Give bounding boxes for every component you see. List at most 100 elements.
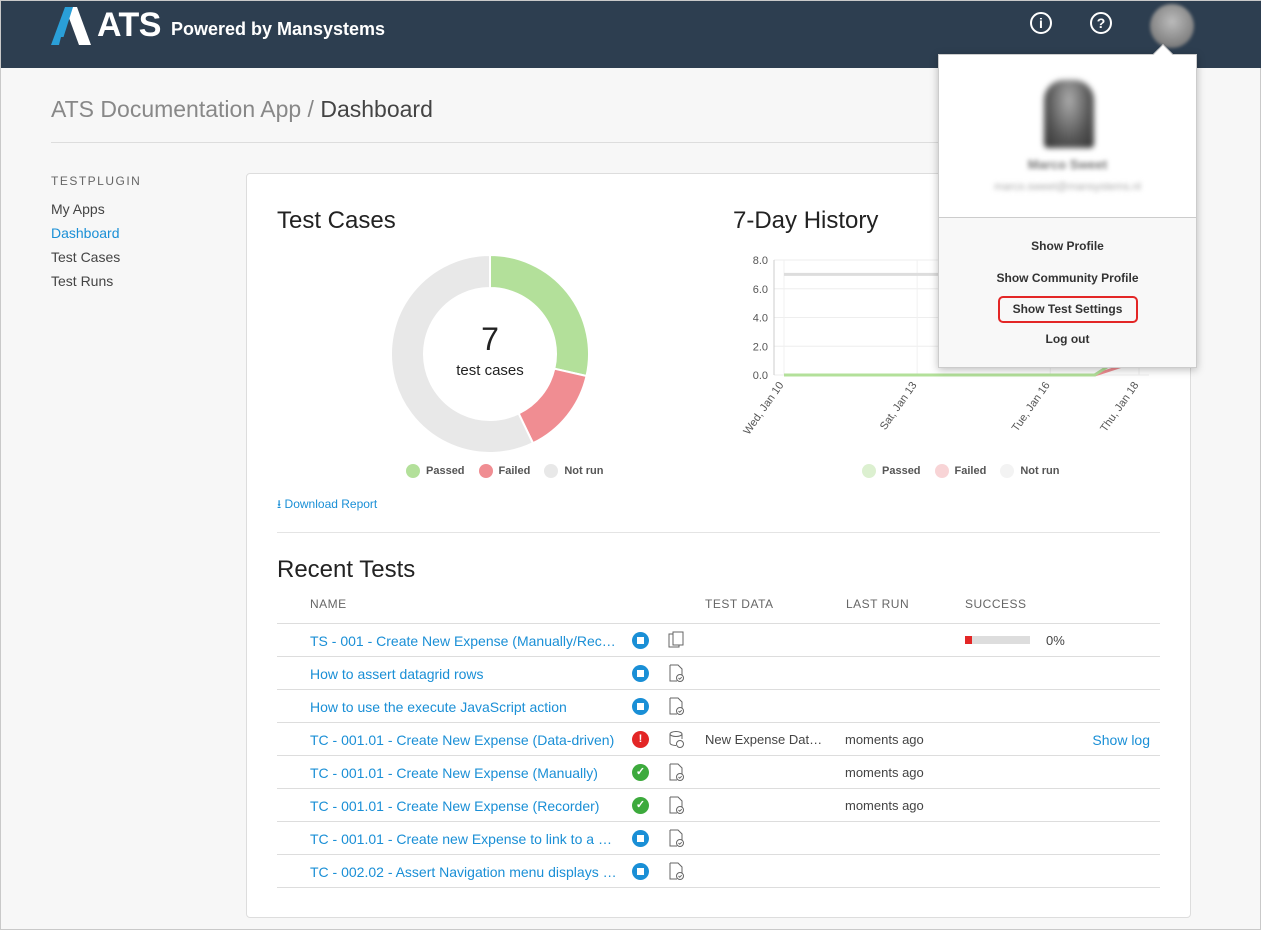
test-case-icon <box>668 697 685 716</box>
table-bottom-border <box>277 887 1160 888</box>
y-tick-label: 6.0 <box>753 284 768 296</box>
user-email: marco.sweet@mansystems.nl <box>994 181 1141 193</box>
recent-tests-title: Recent Tests <box>277 556 416 583</box>
donut-slice-failed[interactable] <box>517 367 588 445</box>
user-name: Marco Sweet <box>1027 157 1108 172</box>
test-data-value: New Expense Data-driven <box>705 732 825 747</box>
data-driven-icon <box>668 730 685 749</box>
legend-not-run[interactable]: Not run <box>544 464 603 478</box>
sidebar-item-test-runs[interactable]: Test Runs <box>51 273 113 289</box>
table-row[interactable]: TC - 001.01 - Create New Expense (Data-d… <box>277 722 1160 755</box>
show-log-link[interactable]: Show log <box>1092 732 1150 748</box>
sidebar-item-test-cases[interactable]: Test Cases <box>51 249 120 265</box>
history-legend-failed-label: Failed <box>954 465 987 477</box>
breadcrumb: ATS Documentation App / Dashboard <box>51 96 433 123</box>
x-tick-label: Tue, Jan 16 <box>1010 380 1053 434</box>
passed-swatch <box>862 464 876 478</box>
test-name-link[interactable]: TC - 001.01 - Create New Expense (Data-d… <box>310 732 620 748</box>
sidebar-item-my-apps[interactable]: My Apps <box>51 201 105 217</box>
status-passed-icon: ✓ <box>632 797 649 814</box>
column-test-data[interactable]: TEST DATA <box>705 597 774 611</box>
show-test-settings-menu-item[interactable]: Show Test Settings <box>939 302 1196 316</box>
failed-swatch <box>478 464 493 478</box>
sidebar-item-dashboard[interactable]: Dashboard <box>51 225 120 241</box>
not-run-swatch <box>544 464 559 478</box>
status-not-run-icon <box>632 665 649 682</box>
user-avatar[interactable] <box>1150 4 1194 48</box>
test-name-link[interactable]: TC - 002.02 - Assert Navigation menu dis… <box>310 864 620 880</box>
status-not-run-icon <box>632 863 649 880</box>
y-tick-label: 4.0 <box>753 313 768 325</box>
status-passed-icon: ✓ <box>632 764 649 781</box>
ats-logo-icon <box>51 6 91 45</box>
history-legend-not-run[interactable]: Not run <box>1000 464 1059 478</box>
table-row[interactable]: How to use the execute JavaScript action <box>277 689 1160 722</box>
test-cases-legend: Passed Failed Not run <box>406 464 603 478</box>
test-case-count: 7 <box>481 321 499 357</box>
y-tick-label: 2.0 <box>753 341 768 353</box>
download-icon: ⭳ <box>277 497 282 511</box>
status-not-run-icon <box>632 830 649 847</box>
breadcrumb-app[interactable]: ATS Documentation App <box>51 96 301 122</box>
show-community-profile-menu-item[interactable]: Show Community Profile <box>939 271 1196 285</box>
test-name-link[interactable]: How to assert datagrid rows <box>310 666 620 682</box>
table-row[interactable]: TC - 001.01 - Create new Expense to link… <box>277 821 1160 854</box>
breadcrumb-separator: / <box>301 96 321 122</box>
history-legend: Passed Failed Not run <box>862 464 1059 478</box>
download-report-label: Download Report <box>284 497 378 511</box>
legend-passed[interactable]: Passed <box>406 464 465 478</box>
logo-text: ATS <box>97 6 161 44</box>
sidebar-title: TESTPLUGIN <box>51 174 142 188</box>
column-success[interactable]: SUCCESS <box>965 597 1027 611</box>
test-name-link[interactable]: TC - 001.01 - Create New Expense (Record… <box>310 798 620 814</box>
download-report-link[interactable]: ⭳ Download Report <box>277 495 377 516</box>
legend-passed-label: Passed <box>426 465 465 477</box>
log-out-menu-item[interactable]: Log out <box>939 332 1196 346</box>
logo-subtitle: Powered by Mansystems <box>170 19 386 39</box>
test-case-icon <box>668 763 685 782</box>
x-tick-label: Sat, Jan 13 <box>878 380 920 432</box>
table-row[interactable]: TC - 001.01 - Create New Expense (Manual… <box>277 755 1160 788</box>
history-legend-passed[interactable]: Passed <box>862 464 921 478</box>
test-suite-icon <box>668 631 685 650</box>
help-icon[interactable]: ? <box>1090 12 1112 34</box>
user-menu-dropdown: Marco Sweet marco.sweet@mansystems.nl Sh… <box>938 44 1197 368</box>
last-run-value: moments ago <box>845 798 924 813</box>
user-card: Marco Sweet marco.sweet@mansystems.nl <box>939 55 1196 218</box>
table-row[interactable]: TC - 002.02 - Assert Navigation menu dis… <box>277 854 1160 887</box>
info-icon[interactable]: i <box>1030 12 1052 34</box>
legend-not-run-label: Not run <box>564 465 604 477</box>
show-profile-menu-item[interactable]: Show Profile <box>939 239 1196 253</box>
test-case-count-label: test cases <box>456 362 524 379</box>
column-last-run[interactable]: LAST RUN <box>846 597 909 611</box>
x-tick-label: Wed, Jan 10 <box>741 380 786 437</box>
table-row[interactable]: How to assert datagrid rows <box>277 656 1160 689</box>
success-progress-fill <box>965 636 972 644</box>
status-not-run-icon <box>632 698 649 715</box>
history-legend-failed[interactable]: Failed <box>934 464 987 478</box>
x-tick-label: Thu, Jan 18 <box>1098 380 1141 434</box>
legend-failed[interactable]: Failed <box>478 464 531 478</box>
last-run-value: moments ago <box>845 765 924 780</box>
test-name-link[interactable]: TC - 001.01 - Create new Expense to link… <box>310 831 620 847</box>
test-name-link[interactable]: TC - 001.01 - Create New Expense (Manual… <box>310 765 620 781</box>
test-case-icon <box>668 796 685 815</box>
column-name[interactable]: NAME <box>310 597 347 611</box>
test-name-link[interactable]: TS - 001 - Create New Expense (Manually/… <box>310 633 620 649</box>
section-divider <box>277 532 1160 533</box>
history-legend-passed-label: Passed <box>882 465 921 477</box>
breadcrumb-current: Dashboard <box>320 96 433 122</box>
table-row[interactable]: TC - 001.01 - Create New Expense (Record… <box>277 788 1160 821</box>
test-name-link[interactable]: How to use the execute JavaScript action <box>310 699 620 715</box>
y-tick-label: 0.0 <box>753 370 768 382</box>
not-run-swatch <box>1000 464 1015 478</box>
logo[interactable]: ATS Powered by Mansystems <box>51 6 385 45</box>
legend-failed-label: Failed <box>498 465 531 477</box>
history-legend-not-run-label: Not run <box>1020 465 1060 477</box>
history-title: 7-Day History <box>733 207 879 234</box>
test-case-icon <box>668 829 685 848</box>
test-cases-title: Test Cases <box>277 207 396 234</box>
status-error-icon: ! <box>632 731 649 748</box>
table-row[interactable]: TS - 001 - Create New Expense (Manually/… <box>277 623 1160 656</box>
passed-swatch <box>406 464 420 478</box>
